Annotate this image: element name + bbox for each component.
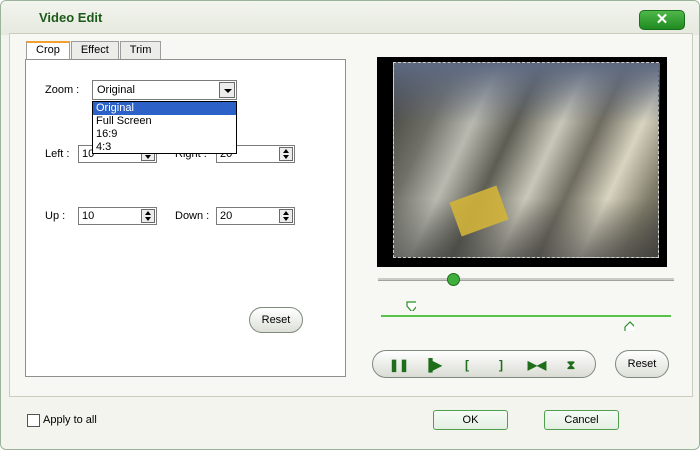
tab-effect[interactable]: Effect — [70, 41, 119, 59]
preview-object — [449, 185, 509, 237]
ok-button[interactable]: OK — [433, 410, 508, 430]
split-icon[interactable]: ⧗ — [557, 355, 585, 375]
zoom-option[interactable]: 4:3 — [93, 141, 236, 154]
zoom-label: Zoom : — [45, 84, 80, 96]
apply-to-all-label: Apply to all — [43, 414, 97, 426]
spin-arrows-icon[interactable] — [141, 209, 155, 223]
down-label: Down : — [175, 210, 210, 222]
zoom-select[interactable]: Original — [92, 80, 237, 100]
up-spinbox[interactable]: 10 — [78, 207, 157, 225]
video-edit-dialog: Video Edit ✕ Crop Effect Trim Zoom : Ori… — [0, 0, 700, 450]
video-preview — [377, 57, 667, 267]
title-bar: Video Edit ✕ — [1, 1, 699, 35]
close-button[interactable]: ✕ — [639, 10, 685, 30]
start-marker-icon[interactable] — [406, 301, 416, 311]
zoom-option[interactable]: Original — [93, 102, 236, 115]
left-label: Left : — [45, 148, 70, 160]
spin-arrows-icon[interactable] — [279, 147, 293, 161]
up-value: 10 — [82, 210, 95, 222]
zoom-option[interactable]: 16:9 — [93, 128, 236, 141]
tab-crop[interactable]: Crop — [26, 41, 70, 60]
tab-trim[interactable]: Trim — [119, 41, 162, 59]
zoom-dropdown-list: Original Full Screen 16:9 4:3 — [92, 101, 237, 154]
chevron-down-icon[interactable] — [219, 82, 235, 98]
zoom-select-value: Original — [97, 84, 135, 96]
end-marker-icon[interactable] — [624, 321, 634, 331]
trim-range-track[interactable] — [381, 315, 671, 317]
jump-icon[interactable]: ▶◀ — [523, 355, 551, 375]
dialog-title: Video Edit — [39, 10, 103, 25]
apply-to-all-checkbox[interactable] — [27, 414, 40, 427]
mark-in-icon[interactable]: [ — [453, 355, 481, 375]
up-label: Up : — [45, 210, 66, 222]
crop-reset-button[interactable]: Reset — [249, 307, 303, 333]
position-slider-knob[interactable] — [447, 273, 460, 286]
position-slider-track[interactable] — [378, 278, 674, 281]
cancel-button[interactable]: Cancel — [544, 410, 619, 430]
mark-out-icon[interactable]: ] — [487, 355, 515, 375]
spin-arrows-icon[interactable] — [279, 209, 293, 223]
down-spinbox[interactable]: 20 — [216, 207, 295, 225]
player-reset-button[interactable]: Reset — [615, 350, 669, 378]
step-frame-icon[interactable]: ▐▶ — [419, 355, 447, 375]
down-value: 20 — [220, 210, 233, 222]
pause-icon[interactable]: ❚❚ — [385, 355, 413, 375]
tab-bar: Crop Effect Trim — [26, 41, 162, 60]
preview-sky — [394, 63, 660, 123]
zoom-option[interactable]: Full Screen — [93, 115, 236, 128]
crop-frame[interactable] — [393, 62, 660, 258]
playback-controls: ❚❚ ▐▶ [ ] ▶◀ ⧗ — [372, 350, 596, 378]
